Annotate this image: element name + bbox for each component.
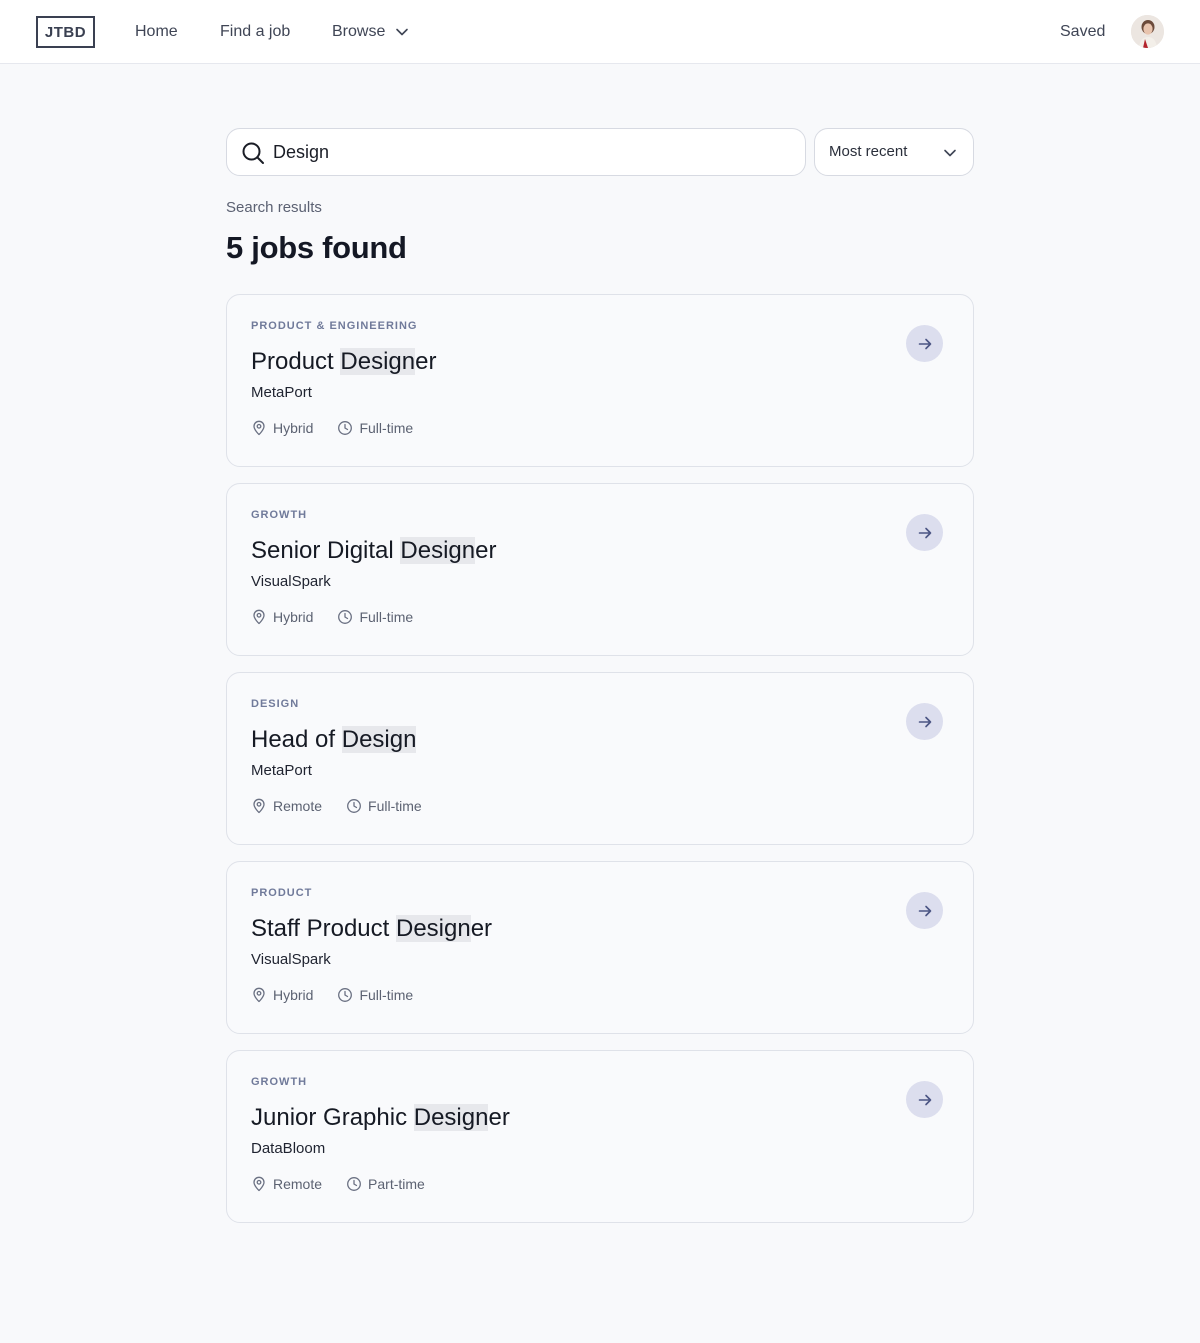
avatar[interactable] [1131, 15, 1164, 48]
search-box [226, 128, 806, 176]
search-term-highlight: Design [341, 726, 417, 753]
job-category: Design [251, 698, 300, 710]
open-job-button[interactable] [906, 1081, 943, 1118]
nav-saved-link[interactable]: Saved [1060, 22, 1105, 42]
map-pin-icon [253, 987, 265, 1003]
clock-icon [338, 988, 353, 1002]
job-title-prefix: Product [251, 348, 341, 375]
open-job-button[interactable] [906, 325, 943, 362]
job-company: MetaPort [251, 762, 312, 779]
job-type-label: Full-time [359, 987, 414, 1003]
job-card[interactable]: Growth Senior Digital Designer VisualSpa… [226, 483, 974, 656]
clock-icon [338, 610, 353, 624]
clock-icon [338, 421, 353, 435]
search-term-highlight: Design [400, 537, 476, 564]
job-location-label: Remote [273, 1176, 323, 1192]
top-navigation-bar: JTBD Home Find a job Browse Saved [0, 0, 1200, 64]
job-category: Product & Engineering [251, 320, 418, 332]
results-label: Search results [226, 199, 322, 216]
job-title-suffix: er [470, 915, 493, 942]
job-title-suffix: er [475, 537, 497, 564]
job-company: MetaPort [251, 384, 312, 401]
job-meta: Hybrid Full-time [251, 987, 413, 1003]
job-meta: Remote Full-time [251, 798, 422, 814]
job-location: Hybrid [251, 987, 313, 1003]
search-input[interactable] [273, 129, 793, 175]
job-meta: Hybrid Full-time [251, 420, 413, 436]
sort-select-value: Most recent [829, 143, 908, 160]
job-company: DataBloom [251, 1140, 326, 1157]
map-pin-icon [253, 1176, 265, 1192]
chevron-down-icon [396, 28, 409, 36]
job-type-label: Part-time [368, 1176, 425, 1192]
job-card[interactable]: Product Staff Product Designer VisualSpa… [226, 861, 974, 1034]
job-company: VisualSpark [251, 573, 331, 590]
job-location: Hybrid [251, 420, 313, 436]
job-title-prefix: Head of [251, 726, 342, 753]
job-type-label: Full-time [359, 609, 414, 625]
job-type: Full-time [337, 609, 413, 625]
clock-icon [347, 799, 361, 813]
search-term-highlight: Design [395, 915, 471, 942]
sort-select[interactable]: Most recent [814, 128, 974, 176]
job-type-label: Full-time [359, 420, 414, 436]
search-term-highlight: Design [340, 348, 416, 375]
map-pin-icon [253, 420, 265, 436]
job-location-label: Hybrid [273, 609, 314, 625]
job-title-prefix: Senior Digital [251, 537, 401, 564]
nav-find-job-link[interactable]: Find a job [220, 22, 290, 42]
job-card[interactable]: Growth Junior Graphic Designer DataBloom… [226, 1050, 974, 1223]
job-title-suffix: er [488, 1104, 510, 1131]
job-card[interactable]: Design Head of Design MetaPort Remote Fu… [226, 672, 974, 845]
job-type: Full-time [337, 987, 413, 1003]
job-title[interactable]: Head of Design [251, 723, 417, 757]
arrow-right-icon [918, 905, 931, 916]
job-title-suffix: er [415, 348, 437, 375]
job-category: Growth [251, 1076, 308, 1088]
job-category: Growth [251, 509, 308, 521]
job-title[interactable]: Senior Digital Designer [251, 534, 496, 568]
results-count: 5 jobs found [226, 230, 407, 265]
job-meta: Hybrid Full-time [251, 609, 413, 625]
arrow-right-icon [918, 716, 931, 727]
job-meta: Remote Part-time [251, 1176, 425, 1192]
nav-browse-label: Browse [332, 23, 386, 40]
nav-home-link[interactable]: Home [135, 22, 178, 42]
nav-browse-dropdown[interactable]: Browse [332, 22, 409, 42]
job-location-label: Hybrid [273, 987, 314, 1003]
clock-icon [347, 1177, 361, 1191]
job-title[interactable]: Product Designer [251, 345, 436, 379]
job-location: Remote [251, 1176, 322, 1192]
job-location: Remote [251, 798, 322, 814]
job-title-prefix: Junior Graphic [251, 1104, 414, 1131]
arrow-right-icon [918, 1094, 931, 1105]
avatar-image [1131, 15, 1164, 48]
job-location-label: Hybrid [273, 420, 314, 436]
arrow-right-icon [918, 527, 931, 538]
job-title-prefix: Staff Product [251, 915, 396, 942]
open-job-button[interactable] [906, 703, 943, 740]
job-location: Hybrid [251, 609, 313, 625]
logo[interactable]: JTBD [36, 16, 95, 48]
map-pin-icon [253, 609, 265, 625]
open-job-button[interactable] [906, 892, 943, 929]
job-card[interactable]: Product & Engineering Product Designer M… [226, 294, 974, 467]
job-type: Full-time [346, 798, 422, 814]
job-type: Part-time [346, 1176, 425, 1192]
chevron-down-icon [944, 149, 956, 157]
job-title[interactable]: Junior Graphic Designer [251, 1101, 510, 1135]
map-pin-icon [253, 798, 265, 814]
open-job-button[interactable] [906, 514, 943, 551]
job-category: Product [251, 887, 313, 899]
arrow-right-icon [918, 338, 931, 349]
search-icon [242, 142, 264, 164]
job-title[interactable]: Staff Product Designer [251, 912, 492, 946]
job-type: Full-time [337, 420, 413, 436]
search-term-highlight: Design [413, 1104, 489, 1131]
job-company: VisualSpark [251, 951, 331, 968]
job-location-label: Remote [273, 798, 323, 814]
job-type-label: Full-time [368, 798, 422, 814]
